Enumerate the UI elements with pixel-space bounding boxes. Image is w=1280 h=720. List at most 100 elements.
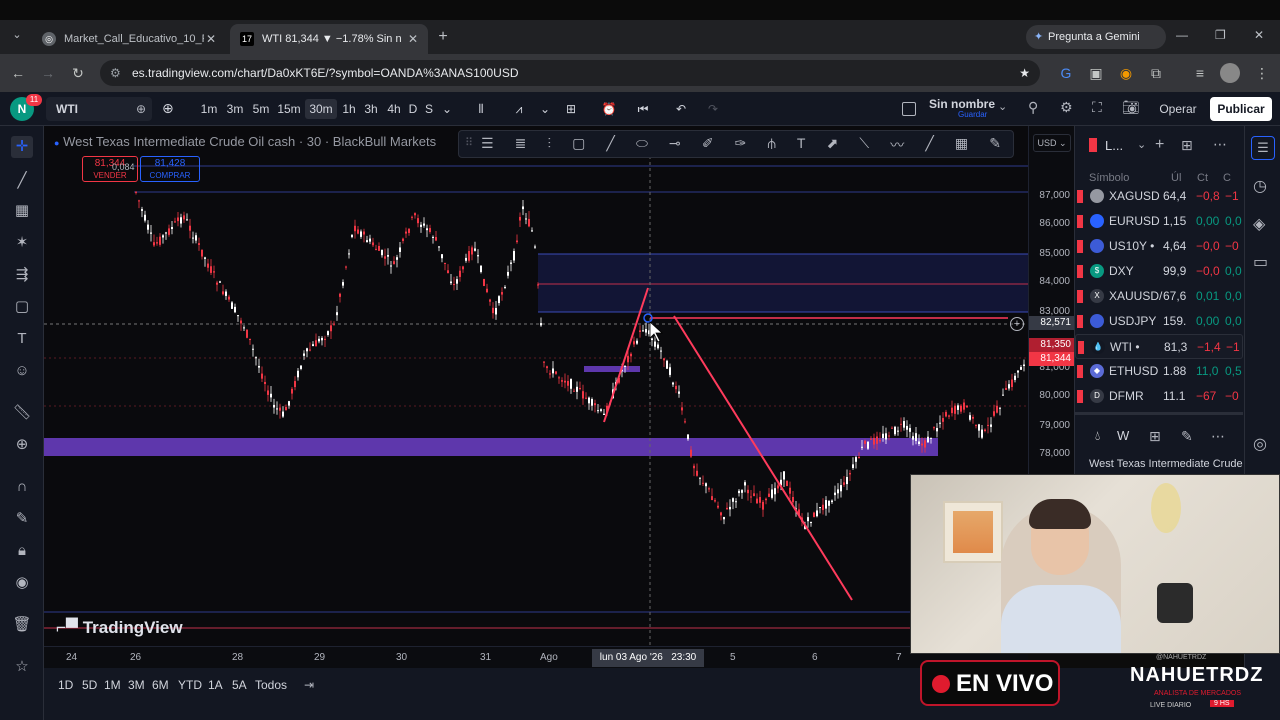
candle-type-icon[interactable]: ⫴ [472, 99, 490, 119]
extension-icon[interactable]: ▣ [1086, 63, 1106, 83]
path-icon[interactable]: ⟍ [859, 135, 869, 155]
row-flag[interactable] [1077, 365, 1083, 378]
brush-tool-icon[interactable]: ✎ [989, 135, 1001, 155]
watchlist-row[interactable]: XAGUSD 64,4 −0,8 −1 [1075, 184, 1243, 209]
search-icon[interactable]: ⚲ [1028, 99, 1038, 116]
brush-icon[interactable]: ✐ [702, 135, 714, 155]
wave-icon[interactable]: 〰 [890, 135, 904, 155]
redo-icon[interactable]: ↷ [704, 99, 722, 119]
ruler-icon[interactable]: 📏︎ [11, 402, 33, 424]
lock-icon[interactable]: 🔒︎ [11, 540, 33, 562]
back-icon[interactable]: ← [8, 63, 28, 83]
range-all[interactable]: Todos [255, 678, 287, 692]
watchlist-icon[interactable]: ☰ [1251, 136, 1275, 160]
range-3m[interactable]: 3M [128, 678, 145, 692]
pitchfork-icon[interactable]: ⫶ [547, 135, 551, 155]
camera-icon[interactable]: 📷︎ [1122, 99, 1140, 116]
ellipse-icon[interactable]: ⬭ [636, 135, 648, 155]
row-flag[interactable] [1077, 215, 1083, 228]
details-edit-icon[interactable]: ✎ [1181, 428, 1193, 445]
range-1a[interactable]: 1A [208, 678, 223, 692]
row-flag[interactable] [1078, 341, 1084, 354]
text-icon[interactable]: T [11, 328, 33, 350]
tf-15m[interactable]: 15m [274, 99, 304, 119]
close-tab-icon[interactable]: ✕ [206, 32, 216, 46]
column-symbol[interactable]: Símbolo [1089, 172, 1129, 184]
layout-checkbox[interactable] [902, 102, 916, 116]
menu-kebab-icon[interactable]: ⋮ [1252, 63, 1272, 83]
row-flag[interactable] [1077, 265, 1083, 278]
pen-icon[interactable]: ✑ [735, 135, 747, 155]
range-1m[interactable]: 1M [104, 678, 121, 692]
row-flag[interactable] [1077, 240, 1083, 253]
eye-icon[interactable]: ◉ [11, 572, 33, 594]
watchlist-layout-icon[interactable]: ⊞ [1181, 137, 1193, 154]
more-icon[interactable]: ⋯ [1213, 136, 1227, 153]
minimize-icon[interactable]: — [1176, 28, 1188, 42]
tab-market-call[interactable]: ◎ Market_Call_Educativo_10_Psico ✕ [32, 24, 226, 54]
target-icon[interactable]: ◎ [1253, 434, 1267, 454]
channel-icon[interactable]: ≣ [515, 135, 527, 155]
tf-s[interactable]: S [421, 99, 437, 119]
close-tab-icon[interactable]: ✕ [408, 32, 418, 46]
restore-icon[interactable]: ❐ [1215, 28, 1226, 42]
tf-4h[interactable]: 4h [383, 99, 405, 119]
layout-name[interactable]: Sin nombre [929, 97, 995, 111]
publish-button[interactable]: Publicar [1210, 97, 1272, 121]
add-symbol-icon[interactable]: + [1155, 136, 1164, 154]
gemini-button[interactable]: ✦ Pregunta a Gemini [1026, 25, 1166, 49]
watchlist-name[interactable]: L... [1105, 138, 1123, 153]
reload-icon[interactable]: ↻ [68, 63, 88, 83]
currency-select[interactable]: USD ⌄ [1033, 134, 1071, 152]
chevron-down-icon[interactable]: ⌄ [998, 100, 1007, 113]
range-6m[interactable]: 6M [152, 678, 169, 692]
zoom-icon[interactable]: ⊕ [11, 434, 33, 456]
watchlist-row[interactable]: ◆ ETHUSD 1.88 11,0 0,5 [1075, 359, 1243, 384]
trash-icon[interactable]: 🗑︎ [11, 614, 33, 636]
settings-gear-icon[interactable]: ⚙ [1060, 99, 1073, 116]
chevron-down-icon[interactable]: ⌄ [440, 99, 454, 119]
bookmark-star-icon[interactable]: ★ [1019, 60, 1030, 86]
row-flag[interactable] [1077, 390, 1083, 403]
extension-icon[interactable]: ◉ [1116, 63, 1136, 83]
fib-grid-icon[interactable]: ▦ [11, 200, 33, 222]
row-flag[interactable] [1077, 315, 1083, 328]
add-alert-icon[interactable]: + [1010, 317, 1024, 331]
puzzle-icon[interactable]: ⧉ [1146, 63, 1166, 83]
layout-save-label[interactable]: Guardar [958, 110, 987, 119]
forward-icon[interactable]: → [38, 63, 58, 83]
row-flag[interactable] [1077, 190, 1083, 203]
trendline-icon[interactable]: ╱ [11, 170, 33, 192]
text-tool-icon[interactable]: T [797, 135, 806, 155]
tf-d[interactable]: D [405, 99, 421, 119]
url-input[interactable]: ⚙ es.tradingview.com/chart/Da0xKT6E/?sym… [100, 60, 1040, 86]
templates-icon[interactable]: ⊞ [562, 99, 580, 119]
range-5d[interactable]: 5D [82, 678, 97, 692]
watchlist-row[interactable]: US10Y • 4,64 −0,0 −0 [1075, 234, 1243, 259]
emoji-icon[interactable]: ☺ [11, 360, 33, 382]
forecast-icon[interactable]: ⇶ [11, 264, 33, 286]
range-1d[interactable]: 1D [58, 678, 73, 692]
chat-icon[interactable]: ▭ [1253, 252, 1268, 272]
range-5a[interactable]: 5A [232, 678, 247, 692]
rectangle-icon[interactable]: ▢ [572, 135, 585, 155]
tf-30m[interactable]: 30m [305, 99, 337, 119]
buy-button[interactable]: 81,428 COMPRAR [140, 156, 200, 182]
details-grid-icon[interactable]: ⊞ [1149, 428, 1161, 445]
trade-button[interactable]: Operar [1152, 97, 1204, 121]
symbol-search[interactable]: WTI ⊕ [46, 97, 152, 121]
range-ytd[interactable]: YTD [178, 678, 202, 692]
line-icon[interactable]: ╱ [606, 135, 614, 155]
watchlist-row[interactable]: D DFMR 11.1 −67 −0 [1075, 384, 1243, 409]
fib-icon[interactable]: ☰ [481, 135, 494, 155]
translate-icon[interactable]: G [1056, 63, 1076, 83]
media-icon[interactable]: ≡ [1190, 63, 1210, 83]
more-icon[interactable]: ⋯ [1211, 428, 1225, 445]
watchlist-row[interactable]: $ DXY 99,9 −0,0 0,0 [1075, 259, 1243, 284]
indicators-icon[interactable]: ⩘ [510, 99, 528, 119]
undo-icon[interactable]: ↶ [672, 99, 690, 119]
hline-icon[interactable]: ⊸ [669, 135, 681, 155]
watchlist-row[interactable]: EURUSD 1,15 0,00 0,0 [1075, 209, 1243, 234]
ray-icon[interactable]: ╱ [925, 135, 933, 155]
row-flag[interactable] [1077, 290, 1083, 303]
